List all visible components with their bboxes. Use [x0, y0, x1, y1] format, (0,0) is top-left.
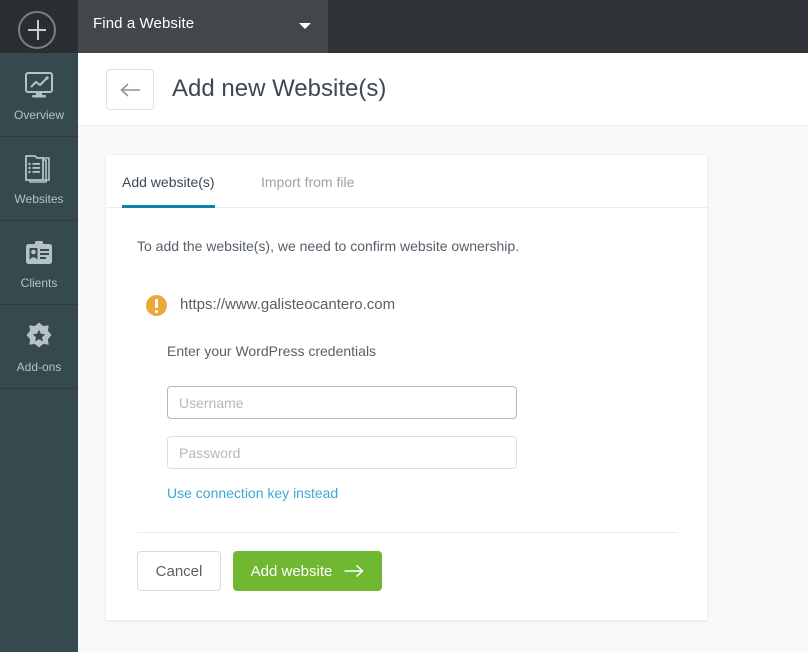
monitor-chart-icon — [0, 69, 78, 101]
puzzle-star-icon — [0, 321, 78, 353]
sidebar-item-clients-label: Clients — [20, 276, 58, 290]
sidebar-item-websites[interactable]: Websites — [0, 137, 78, 221]
credentials-label: Enter your WordPress credentials — [167, 343, 377, 359]
back-button[interactable] — [106, 69, 154, 110]
plus-icon-vertical — [37, 20, 39, 40]
cancel-button[interactable]: Cancel — [137, 551, 221, 591]
sidebar-item-clients[interactable]: Clients — [0, 221, 78, 305]
chevron-down-icon — [299, 23, 311, 29]
add-website-button[interactable]: Add website — [233, 551, 382, 591]
site-url: https://www.galisteocantero.com — [180, 296, 396, 313]
sidebar-item-addons-label: Add-ons — [16, 360, 62, 374]
sidebar-item-overview[interactable]: Overview — [0, 53, 78, 137]
sidebar-item-overview-label: Overview — [13, 108, 64, 122]
page-title: Add new Website(s) — [172, 75, 387, 102]
use-connection-key-link[interactable]: Use connection key instead — [167, 485, 338, 501]
top-bar: Find a Website — [0, 0, 808, 53]
arrow-left-icon — [120, 83, 140, 97]
card-tabs: Add website(s) Import from file — [106, 155, 707, 208]
find-a-website-label: Find a Website — [93, 15, 195, 32]
warning-icon-stroke — [155, 299, 158, 308]
warning-exclamation-icon — [146, 295, 167, 316]
add-website-card: Add website(s) Import from file To add t… — [106, 155, 707, 620]
arrow-right-icon — [344, 564, 364, 578]
stacked-pages-icon — [0, 153, 78, 185]
form-divider — [137, 532, 678, 533]
page-header: Add new Website(s) — [78, 53, 808, 126]
tab-add-websites[interactable]: Add website(s) — [122, 155, 215, 208]
sidebar: Overview Websites Clients Add-ons — [0, 53, 78, 652]
username-input[interactable] — [167, 386, 517, 419]
intro-text: To add the website(s), we need to confir… — [137, 238, 520, 254]
password-input[interactable] — [167, 436, 517, 469]
add-website-button-label: Add website — [250, 562, 333, 580]
add-cell — [0, 0, 78, 53]
id-card-icon — [0, 237, 78, 269]
tab-import-from-file[interactable]: Import from file — [261, 155, 354, 208]
find-a-website-dropdown[interactable]: Find a Website — [78, 0, 328, 53]
sidebar-item-addons[interactable]: Add-ons — [0, 305, 78, 389]
warning-icon-dot — [155, 310, 158, 313]
sidebar-item-websites-label: Websites — [14, 192, 64, 206]
plus-icon[interactable] — [18, 11, 56, 49]
